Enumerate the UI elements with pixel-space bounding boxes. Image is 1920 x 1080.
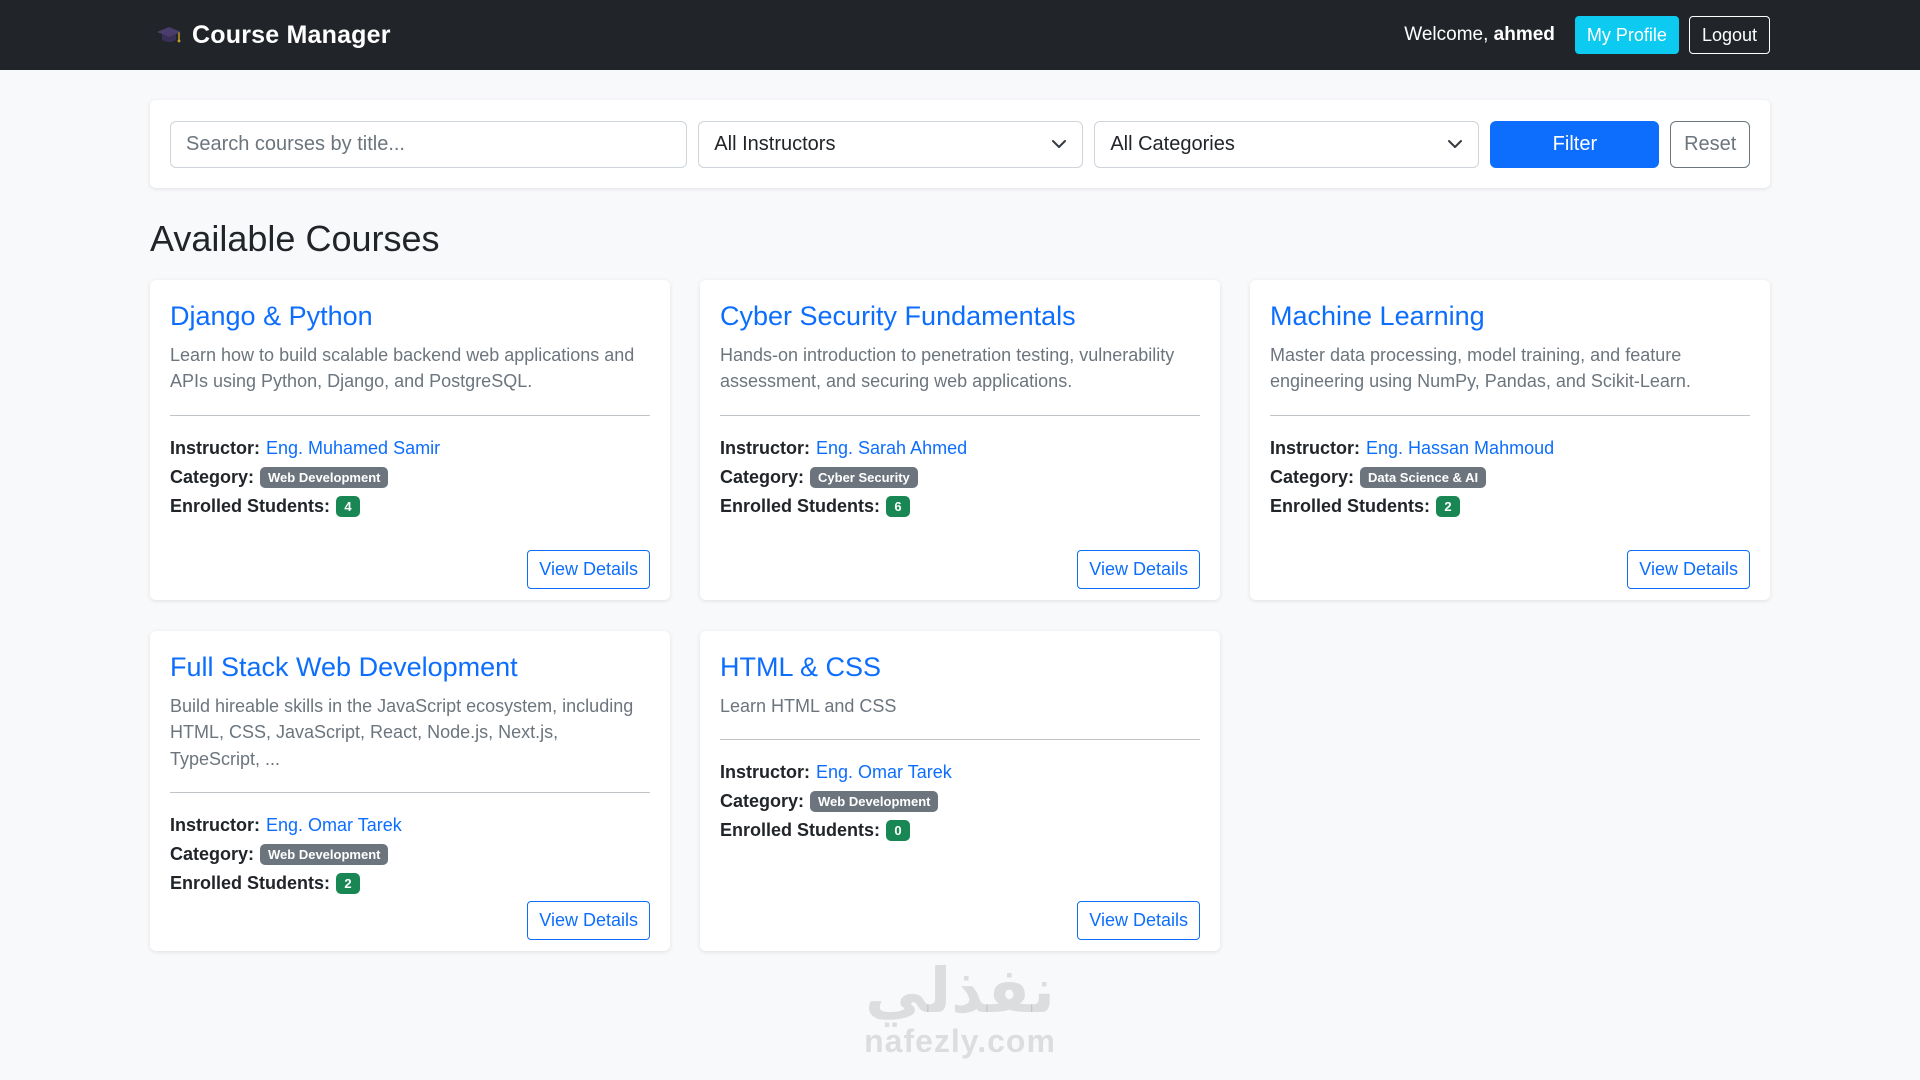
- search-input[interactable]: [170, 120, 688, 168]
- divider: [170, 414, 650, 416]
- watermark: نفذلي nafezly.com: [850, 960, 1070, 1060]
- category-badge: Cyber Security: [810, 466, 918, 488]
- username: ahmed: [1493, 24, 1555, 45]
- course-card: Cyber Security Fundamentals Hands-on int…: [700, 280, 1220, 600]
- reset-button[interactable]: Reset: [1670, 120, 1750, 168]
- course-description: Master data processing, model training, …: [1270, 345, 1691, 392]
- enrolled-count-badge: 0: [886, 820, 911, 842]
- course-title[interactable]: Full Stack Web Development: [170, 651, 650, 683]
- view-details-button[interactable]: View Details: [527, 901, 650, 940]
- instructor-line: Instructor: Eng. Hassan Mahmoud: [1270, 438, 1750, 459]
- graduation-cap-icon: [157, 27, 181, 43]
- enrolled-count-badge: 2: [336, 872, 361, 894]
- enrolled-line: Enrolled Students: 2: [170, 872, 650, 894]
- instructor-label: Instructor:: [170, 437, 260, 458]
- course-card: HTML & CSS Learn HTML and CSS Instructor…: [700, 631, 1220, 951]
- course-description: Build hireable skills in the JavaScript …: [170, 696, 634, 769]
- instructor-line: Instructor: Eng. Sarah Ahmed: [720, 438, 1200, 459]
- nav-right: Welcome, ahmed My Profile Logout: [1404, 16, 1770, 54]
- page-title: Available Courses: [150, 218, 440, 259]
- instructor-line: Instructor: Eng. Omar Tarek: [170, 815, 650, 836]
- category-badge: Data Science & AI: [1360, 466, 1487, 488]
- category-label: Category:: [720, 466, 805, 487]
- category-select-value: All Categories: [1110, 132, 1235, 155]
- category-label: Category:: [170, 843, 255, 864]
- course-card: Django & Python Learn how to build scala…: [150, 280, 670, 600]
- welcome-text: Welcome, ahmed: [1404, 24, 1555, 46]
- enrolled-count-badge: 2: [1436, 495, 1461, 517]
- course-title[interactable]: Django & Python: [170, 300, 650, 332]
- enrolled-label: Enrolled Students:: [170, 495, 331, 516]
- category-label: Category:: [170, 466, 255, 487]
- enrolled-line: Enrolled Students: 4: [170, 495, 650, 517]
- divider: [720, 414, 1200, 416]
- view-details-button[interactable]: View Details: [1077, 550, 1200, 589]
- enrolled-line: Enrolled Students: 0: [720, 820, 1200, 842]
- enrolled-label: Enrolled Students:: [170, 872, 331, 893]
- filter-button[interactable]: Filter: [1490, 120, 1660, 168]
- category-line: Category: Web Development: [170, 843, 650, 865]
- divider: [720, 739, 1200, 741]
- course-description: Hands-on introduction to penetration tes…: [720, 345, 1175, 392]
- instructor-label: Instructor:: [720, 437, 810, 458]
- watermark-arabic: نفذلي: [865, 954, 1055, 1027]
- category-badge: Web Development: [260, 466, 389, 488]
- my-profile-button[interactable]: My Profile: [1574, 16, 1679, 54]
- chevron-down-icon: [1052, 140, 1067, 148]
- category-badge: Web Development: [260, 843, 389, 865]
- instructor-link[interactable]: Eng. Hassan Mahmoud: [1366, 438, 1554, 459]
- enrolled-label: Enrolled Students:: [1270, 495, 1431, 516]
- view-details-button[interactable]: View Details: [1077, 901, 1200, 940]
- instructor-label: Instructor:: [1270, 437, 1360, 458]
- course-grid: Django & Python Learn how to build scala…: [150, 280, 1770, 951]
- instructor-label: Instructor:: [170, 814, 260, 835]
- instructor-select[interactable]: All Instructors: [698, 120, 1084, 168]
- view-details-button[interactable]: View Details: [1627, 550, 1750, 589]
- course-title[interactable]: Machine Learning: [1270, 300, 1750, 332]
- logout-button[interactable]: Logout: [1688, 16, 1770, 54]
- category-badge: Web Development: [810, 791, 939, 813]
- category-label: Category:: [720, 791, 805, 812]
- enrolled-count-badge: 4: [336, 495, 361, 517]
- navbar: Course Manager Welcome, ahmed My Profile…: [0, 0, 1920, 70]
- course-description: Learn how to build scalable backend web …: [170, 345, 635, 392]
- filter-bar: All Instructors All Categories Filter Re…: [150, 100, 1770, 188]
- brand[interactable]: Course Manager: [156, 21, 391, 50]
- enrolled-line: Enrolled Students: 6: [720, 495, 1200, 517]
- course-title[interactable]: Cyber Security Fundamentals: [720, 300, 1200, 332]
- category-line: Category: Web Development: [170, 466, 650, 488]
- category-line: Category: Data Science & AI: [1270, 466, 1750, 488]
- app-title: Course Manager: [192, 20, 391, 49]
- instructor-link[interactable]: Eng. Omar Tarek: [816, 762, 952, 783]
- divider: [170, 791, 650, 793]
- view-details-button[interactable]: View Details: [527, 550, 650, 589]
- enrolled-label: Enrolled Students:: [720, 495, 881, 516]
- instructor-select-value: All Instructors: [714, 132, 836, 155]
- category-line: Category: Cyber Security: [720, 466, 1200, 488]
- instructor-line: Instructor: Eng. Muhamed Samir: [170, 438, 650, 459]
- course-card: Full Stack Web Development Build hireabl…: [150, 631, 670, 951]
- divider: [1270, 414, 1750, 416]
- chevron-down-icon: [1448, 140, 1463, 148]
- course-card: Machine Learning Master data processing,…: [1250, 280, 1770, 600]
- category-label: Category:: [1270, 466, 1355, 487]
- enrolled-label: Enrolled Students:: [720, 820, 881, 841]
- instructor-link[interactable]: Eng. Omar Tarek: [266, 815, 402, 836]
- instructor-line: Instructor: Eng. Omar Tarek: [720, 762, 1200, 783]
- course-title[interactable]: HTML & CSS: [720, 651, 1200, 683]
- enrolled-count-badge: 6: [886, 495, 911, 517]
- category-select[interactable]: All Categories: [1094, 120, 1480, 168]
- category-line: Category: Web Development: [720, 791, 1200, 813]
- enrolled-line: Enrolled Students: 2: [1270, 495, 1750, 517]
- instructor-link[interactable]: Eng. Sarah Ahmed: [816, 438, 967, 459]
- watermark-latin: nafezly.com: [864, 1023, 1056, 1059]
- welcome-prefix: Welcome,: [1404, 24, 1489, 45]
- course-description: Learn HTML and CSS: [720, 696, 897, 717]
- instructor-link[interactable]: Eng. Muhamed Samir: [266, 438, 440, 459]
- instructor-label: Instructor:: [720, 762, 810, 783]
